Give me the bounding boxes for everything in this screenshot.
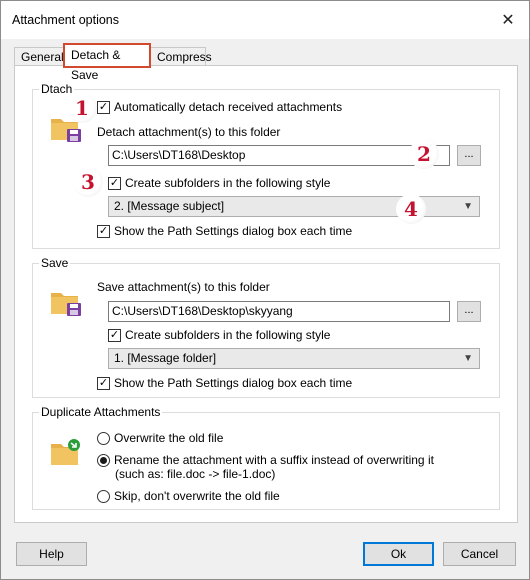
help-button[interactable]: Help bbox=[16, 542, 87, 566]
save-subfolders-option[interactable]: ✓ Create subfolders in the following sty… bbox=[108, 327, 330, 343]
cancel-button[interactable]: Cancel bbox=[443, 542, 516, 566]
save-folder-label: Save attachment(s) to this folder bbox=[97, 280, 270, 294]
save-style-select[interactable]: 1. [Message folder] ▼ bbox=[108, 348, 480, 369]
annotation-badge-2: 2 bbox=[409, 139, 439, 169]
save-subfolders-checkbox[interactable]: ✓ bbox=[108, 328, 121, 342]
skip-option[interactable]: Skip, don't overwrite the old file bbox=[97, 488, 280, 504]
save-browse-button[interactable]: ... bbox=[457, 301, 481, 322]
chevron-down-icon: ▼ bbox=[463, 201, 473, 212]
detach-folder-input[interactable]: C:\Users\DT168\Desktop bbox=[108, 145, 450, 166]
rename-radio[interactable] bbox=[97, 453, 110, 467]
detach-subfolders-option[interactable]: ✓ Create subfolders in the following sty… bbox=[108, 175, 330, 191]
rename-label: Rename the attachment with a suffix inst… bbox=[114, 453, 434, 467]
close-icon[interactable]: ✕ bbox=[493, 5, 523, 35]
detach-show-dialog-label: Show the Path Settings dialog box each t… bbox=[114, 224, 353, 238]
overwrite-label: Overwrite the old file bbox=[114, 431, 224, 445]
annotation-badge-4: 4 bbox=[396, 194, 426, 224]
auto-detach-label: Automatically detach received attachment… bbox=[114, 100, 343, 114]
auto-detach-checkbox[interactable]: ✓ bbox=[97, 100, 110, 114]
window-title: Attachment options bbox=[12, 13, 120, 27]
folder-save-icon bbox=[51, 293, 81, 316]
overwrite-option[interactable]: Overwrite the old file bbox=[97, 430, 223, 446]
detach-browse-button[interactable]: ... bbox=[457, 145, 481, 166]
chevron-down-icon: ▼ bbox=[463, 353, 473, 364]
save-group-legend: Save bbox=[39, 255, 71, 271]
duplicate-group-legend: Duplicate Attachments bbox=[39, 404, 163, 420]
annotation-badge-3: 3 bbox=[73, 167, 103, 197]
annotation-badge-1: 1 bbox=[67, 93, 97, 123]
tab-compress[interactable]: Compress bbox=[150, 47, 212, 67]
skip-radio[interactable] bbox=[97, 489, 110, 503]
save-folder-input[interactable]: C:\Users\DT168\Desktop\skyyang bbox=[108, 301, 450, 322]
attachment-options-dialog: Attachment options ✕ General Detach & Sa… bbox=[0, 0, 530, 580]
rename-example: (such as: file.doc -> file-1.doc) bbox=[115, 467, 276, 481]
rename-option[interactable]: Rename the attachment with a suffix inst… bbox=[97, 452, 434, 468]
detach-style-value: 2. [Message subject] bbox=[114, 199, 225, 213]
ok-button[interactable]: Ok bbox=[363, 542, 434, 566]
detach-group-legend: Dtach bbox=[39, 81, 75, 97]
save-group: Save Save attachment(s) to this folder C… bbox=[32, 255, 500, 398]
save-style-value: 1. [Message folder] bbox=[114, 351, 217, 365]
skip-label: Skip, don't overwrite the old file bbox=[114, 489, 280, 503]
folder-arrow-icon bbox=[51, 439, 80, 465]
overwrite-radio[interactable] bbox=[97, 431, 110, 445]
save-subfolders-label: Create subfolders in the following style bbox=[125, 328, 331, 342]
detach-show-dialog-option[interactable]: ✓ Show the Path Settings dialog box each… bbox=[97, 223, 352, 239]
tab-detach-save[interactable]: Detach & Save bbox=[63, 43, 151, 82]
save-show-dialog-option[interactable]: ✓ Show the Path Settings dialog box each… bbox=[97, 375, 352, 391]
title-bar: Attachment options ✕ bbox=[1, 1, 529, 39]
detach-folder-label: Detach attachment(s) to this folder bbox=[97, 125, 281, 139]
tab-general[interactable]: General bbox=[14, 47, 64, 67]
detach-subfolders-label: Create subfolders in the following style bbox=[125, 176, 331, 190]
detach-group: Dtach ✓ Automatically detach received at… bbox=[32, 81, 500, 249]
save-show-dialog-label: Show the Path Settings dialog box each t… bbox=[114, 376, 353, 390]
save-show-dialog-checkbox[interactable]: ✓ bbox=[97, 376, 110, 390]
tab-panel-detach-save: Dtach ✓ Automatically detach received at… bbox=[14, 65, 518, 523]
duplicate-group: Duplicate Attachments Overwrite the old … bbox=[32, 404, 500, 510]
detach-subfolders-checkbox[interactable]: ✓ bbox=[108, 176, 121, 190]
detach-show-dialog-checkbox[interactable]: ✓ bbox=[97, 224, 110, 238]
auto-detach-option[interactable]: ✓ Automatically detach received attachme… bbox=[97, 99, 342, 115]
